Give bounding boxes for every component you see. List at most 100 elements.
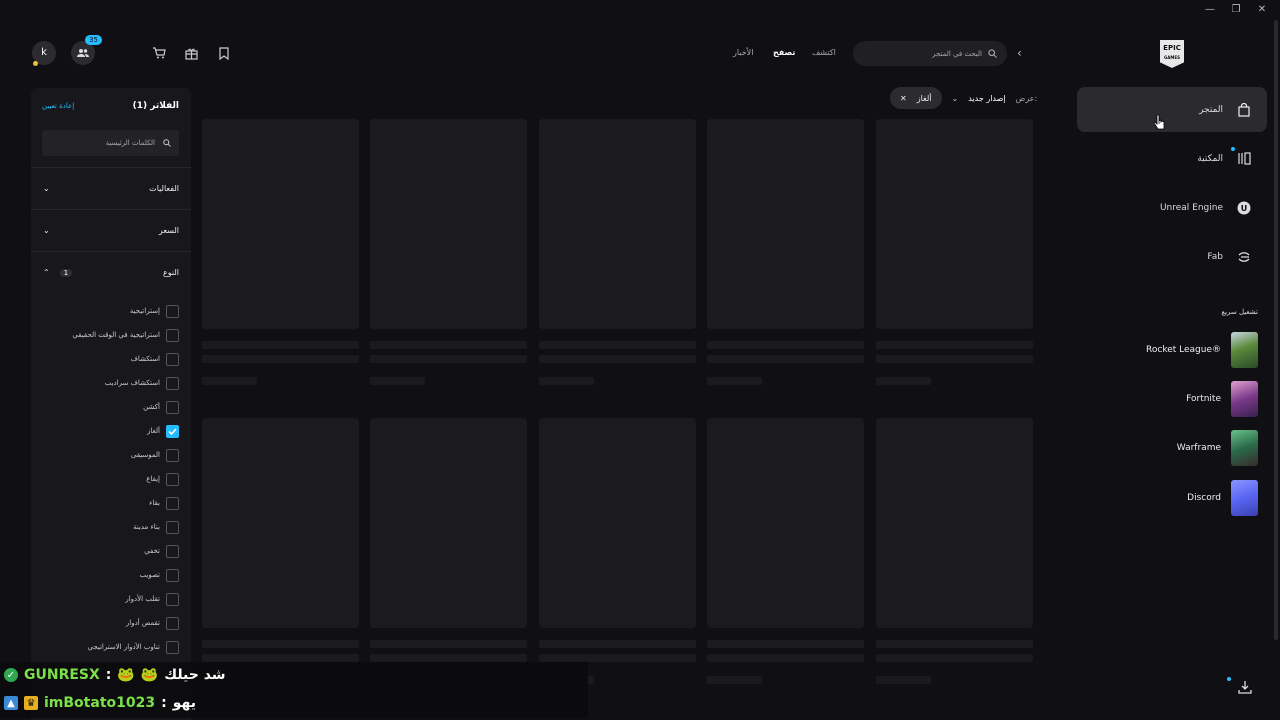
chevron-left-icon[interactable]: ‹: [1017, 46, 1022, 60]
crown-badge-icon: ♛: [24, 696, 38, 710]
genre-checkbox[interactable]: [166, 304, 179, 318]
nav-news[interactable]: الأخبار: [733, 48, 753, 57]
game-card-text-placeholder: [707, 355, 864, 363]
genre-checkbox[interactable]: [166, 352, 179, 366]
chat-message: ▲ ♛ imBotato1023 : يهو: [4, 695, 196, 711]
chevron-down-icon: ⌄: [43, 226, 50, 235]
chevron-down-icon[interactable]: ⌄: [952, 94, 959, 103]
game-card-placeholder: [876, 418, 1033, 628]
genre-option[interactable]: تصويب: [61, 567, 179, 583]
wishlist-icon[interactable]: [217, 46, 231, 60]
genre-option-label: بناء مدينة: [133, 523, 160, 531]
section-label: النوع: [163, 268, 179, 277]
quick-launch-warframe[interactable]: Warframe: [1100, 430, 1258, 466]
genre-option[interactable]: الموسيقى: [61, 447, 179, 463]
genre-option[interactable]: إستراتيجية: [61, 303, 179, 319]
nav-discover[interactable]: اكتشف: [812, 48, 836, 57]
sidebar-item-fab[interactable]: Fab: [1077, 234, 1267, 279]
chat-message-text: شد حيلك: [164, 667, 226, 683]
game-card-text-placeholder: [876, 377, 931, 385]
shopping-bag-icon: [1237, 102, 1251, 117]
active-filter-label: ألغاز: [916, 93, 932, 103]
close-icon[interactable]: ✕: [900, 94, 907, 103]
genre-checkbox[interactable]: [166, 544, 179, 558]
game-card-text-placeholder: [539, 355, 696, 363]
sidebar-item-unreal-engine[interactable]: Unreal Engine U: [1077, 185, 1267, 230]
minimize-icon[interactable]: —: [1204, 4, 1216, 15]
genre-option[interactable]: استكشاف سراديب: [61, 375, 179, 391]
quick-launch-fortnite[interactable]: Fortnite: [1100, 381, 1258, 417]
genre-option[interactable]: تقمص أدوار: [61, 615, 179, 631]
keywords-input[interactable]: الكلمات الرئيسية: [42, 130, 179, 156]
genre-checkbox[interactable]: [166, 424, 179, 438]
genre-count-badge: 1: [59, 269, 73, 277]
sort-filter-bar: ✕ ألغاز ⌄ إصدار جديد عرض:: [890, 87, 1037, 109]
genre-option-label: تناوب الأدوار الاستراتيجي: [87, 643, 160, 651]
fab-icon: [1237, 250, 1251, 264]
game-card-text-placeholder: [202, 355, 359, 363]
epic-games-logo[interactable]: EPIC GAMES: [1160, 40, 1184, 68]
genre-option-label: بقاء: [149, 499, 160, 507]
scrollbar[interactable]: [1274, 20, 1278, 640]
genre-option[interactable]: تخفي: [61, 543, 179, 559]
genre-option-label: تصويب: [139, 571, 160, 579]
reset-filters-link[interactable]: إعادة تعيين: [42, 102, 74, 110]
game-card-text-placeholder: [539, 640, 696, 648]
cart-icon[interactable]: [152, 46, 166, 60]
game-card-placeholder: [370, 119, 527, 329]
genre-option[interactable]: استراتيجية في الوقت الحقيقي: [61, 327, 179, 343]
filter-section-events[interactable]: ⌄ الفعاليات: [31, 167, 191, 209]
quick-launch-rocket-league[interactable]: Rocket League®: [1100, 332, 1258, 368]
store-search-input[interactable]: البحث في المتجر: [853, 41, 1007, 66]
nav-browse[interactable]: تصفح: [773, 48, 795, 57]
filter-section-genre[interactable]: ⌃ 1 النوع: [31, 251, 191, 293]
genre-option[interactable]: تقلب الأدوار: [61, 591, 179, 607]
sidebar-item-library[interactable]: المكتبة: [1077, 136, 1267, 181]
genre-option[interactable]: استكشاف: [61, 351, 179, 367]
genre-checkbox[interactable]: [166, 592, 179, 606]
downloads-icon[interactable]: [1238, 680, 1252, 697]
game-card-text-placeholder: [539, 341, 696, 349]
close-icon[interactable]: ✕: [1256, 4, 1268, 15]
genre-checkbox[interactable]: [166, 640, 179, 654]
library-icon: [1237, 152, 1251, 166]
genre-option[interactable]: تناوب الأدوار الاستراتيجي: [61, 639, 179, 655]
sort-dropdown[interactable]: إصدار جديد: [968, 94, 1005, 103]
sidebar-item-label: Unreal Engine: [1159, 202, 1223, 213]
game-card-text-placeholder: [707, 640, 864, 648]
mouse-cursor-icon: [1153, 114, 1165, 133]
genre-checkbox[interactable]: [166, 448, 179, 462]
genre-option[interactable]: بقاء: [61, 495, 179, 511]
game-card-text-placeholder: [370, 355, 527, 363]
genre-checkbox[interactable]: [166, 328, 179, 342]
genre-option[interactable]: ألغاز: [61, 423, 179, 439]
genre-checkbox[interactable]: [166, 400, 179, 414]
genre-checkbox[interactable]: [166, 376, 179, 390]
genre-checkbox[interactable]: [166, 472, 179, 486]
verified-badge-icon: ✓: [4, 668, 18, 682]
genre-checkbox[interactable]: [166, 520, 179, 534]
search-placeholder: البحث في المتجر: [932, 49, 982, 58]
genre-option[interactable]: إيقاع: [61, 471, 179, 487]
genre-checkbox[interactable]: [166, 568, 179, 582]
game-card-placeholder: [539, 119, 696, 329]
game-card-placeholder: [202, 119, 359, 329]
genre-checkbox[interactable]: [166, 496, 179, 510]
genre-checkbox[interactable]: [166, 616, 179, 630]
window-controls: — ❐ ✕: [1204, 4, 1268, 15]
quick-launch-label: Warframe: [1176, 443, 1221, 453]
keywords-placeholder: الكلمات الرئيسية: [105, 139, 155, 147]
sidebar-item-store[interactable]: المتجر: [1077, 87, 1267, 132]
quick-launch-discord[interactable]: Discord: [1100, 480, 1258, 516]
chat-username: GUNRESX: [24, 667, 100, 683]
active-filter-chip[interactable]: ✕ ألغاز: [890, 87, 942, 109]
chevron-down-icon: ⌄: [43, 184, 50, 193]
game-card-placeholder: [707, 119, 864, 329]
sidebar-item-label: المكتبة: [1197, 153, 1223, 164]
genre-option[interactable]: بناء مدينة: [61, 519, 179, 535]
gift-icon[interactable]: [184, 46, 198, 60]
game-card-text-placeholder: [876, 640, 1033, 648]
filter-section-price[interactable]: ⌄ السعر: [31, 209, 191, 251]
restore-icon[interactable]: ❐: [1230, 4, 1242, 15]
genre-option[interactable]: أكشن: [61, 399, 179, 415]
